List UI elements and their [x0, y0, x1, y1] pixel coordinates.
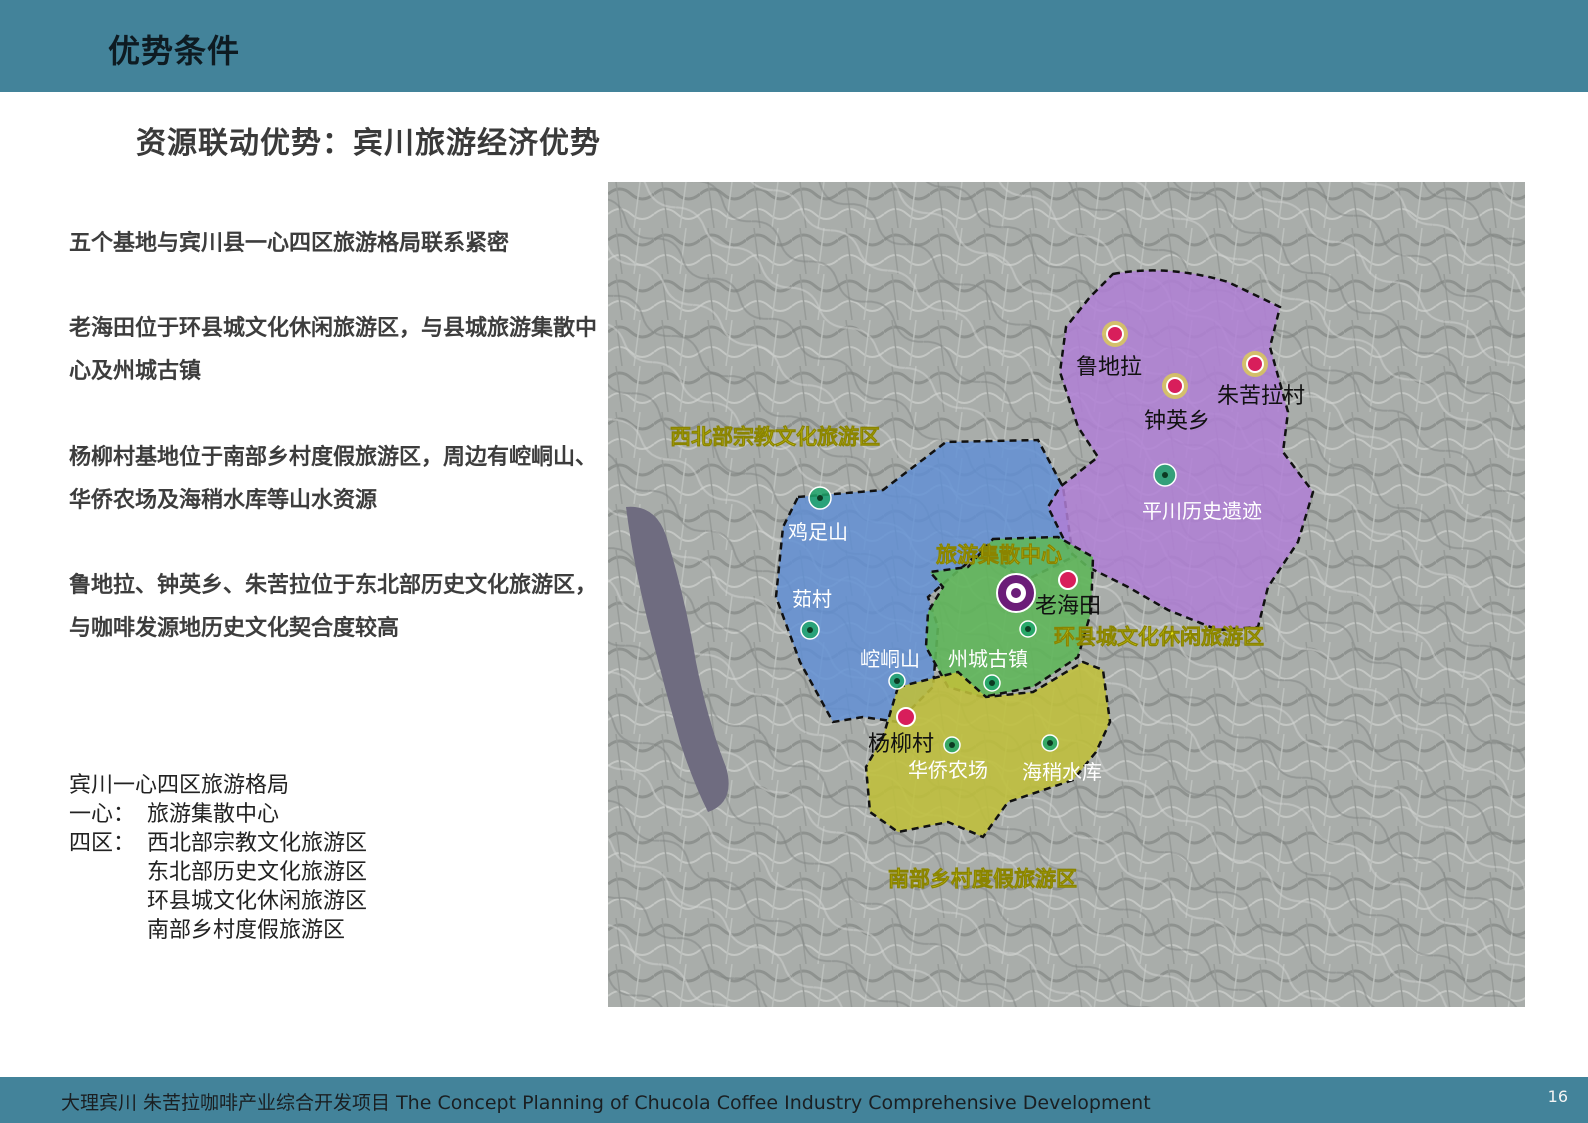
zone-label-northwest: 西北部宗教文化旅游区 [670, 425, 880, 449]
base-marker-laohaitian [1058, 570, 1078, 590]
base-marker-ludila [1102, 321, 1128, 347]
zone-label-center: 旅游集散中心 [936, 543, 1062, 567]
legend-zone-2: 东北部历史文化旅游区 [147, 860, 368, 885]
place-label-ludila: 鲁地拉 [1076, 355, 1142, 380]
paragraph-2: 老海田位于环县城文化休闲旅游区，与县城旅游集散中心及州城古镇 [69, 316, 598, 384]
resource-marker-kongtong [888, 672, 906, 690]
place-label-zhukula: 朱苦拉村 [1217, 384, 1305, 409]
place-label-zhoucheng: 州城古镇 [948, 647, 1028, 671]
resource-marker-huaqiao [943, 736, 961, 754]
tourism-layout-legend: 宾川一心四区旅游格局 一心： 旅游集散中心 四区： 西北部宗教文化旅游区 东北部历史… [69, 771, 367, 945]
place-label-jizushan: 鸡足山 [788, 520, 848, 544]
section-subtitle: 资源联动优势：宾川旅游经济优势 [136, 126, 601, 161]
tourism-zone-map: 西北部宗教文化旅游区 旅游集散中心 环县城文化休闲旅游区 南部乡村度假旅游区 鲁… [608, 182, 1525, 1007]
resource-marker-haishao [1041, 734, 1059, 752]
legend-heading: 宾川一心四区旅游格局 [69, 773, 290, 798]
legend-zone-3: 环县城文化休闲旅游区 [147, 889, 368, 914]
page-title: 优势条件 [108, 32, 241, 70]
legend-zone-4: 南部乡村度假旅游区 [147, 918, 346, 943]
place-label-kongtongshan: 崆峒山 [860, 647, 920, 671]
base-marker-zhukula [1242, 351, 1268, 377]
map-svg: 西北部宗教文化旅游区 旅游集散中心 环县城文化休闲旅游区 南部乡村度假旅游区 鲁… [608, 182, 1525, 1007]
place-label-pingchuan: 平川历史遗迹 [1142, 499, 1262, 523]
page-number: 16 [1547, 1087, 1568, 1106]
zone-label-county: 环县城文化休闲旅游区 [1054, 625, 1264, 649]
resource-marker-pingchuan [1153, 463, 1177, 487]
resource-marker-zhoucheng-2 [983, 674, 1001, 692]
place-label-yangliucun: 杨柳村 [868, 732, 934, 757]
base-marker-zhongying [1162, 373, 1188, 399]
resource-marker-jizushan [808, 486, 832, 510]
legend-center-label: 一心： [69, 802, 136, 827]
header-bar: 优势条件 [0, 0, 1588, 92]
tourism-center-marker [996, 573, 1036, 613]
resource-marker-rucun [800, 620, 820, 640]
footer-bar: 大理宾川 朱苦拉咖啡产业综合开发项目 The Concept Planning … [0, 1077, 1588, 1123]
zone-label-south: 南部乡村度假旅游区 [888, 867, 1077, 891]
place-label-rucun: 茹村 [792, 587, 832, 611]
paragraph-4: 鲁地拉、钟英乡、朱苦拉位于东北部历史文化旅游区，与咖啡发源地历史文化契合度较高 [69, 573, 598, 641]
resource-marker-zhoucheng [1019, 620, 1037, 638]
place-label-zhongying: 钟英乡 [1144, 409, 1210, 434]
place-label-haishao: 海稍水库 [1022, 760, 1102, 784]
legend-zones-label: 四区： [69, 831, 136, 856]
place-label-laohaitian: 老海田 [1035, 594, 1101, 619]
paragraph-3: 杨柳村基地位于南部乡村度假旅游区，周边有崆峒山、华侨农场及海稍水库等山水资源 [69, 445, 598, 513]
legend-zone-1: 西北部宗教文化旅游区 [147, 831, 368, 856]
base-marker-yangliucun [896, 707, 916, 727]
footer-project-title: 大理宾川 朱苦拉咖啡产业综合开发项目 The Concept Planning … [61, 1092, 1151, 1114]
legend-center-value: 旅游集散中心 [147, 802, 280, 827]
place-label-huaqiao: 华侨农场 [908, 758, 988, 782]
paragraph-1: 五个基地与宾川县一心四区旅游格局联系紧密 [69, 231, 510, 256]
